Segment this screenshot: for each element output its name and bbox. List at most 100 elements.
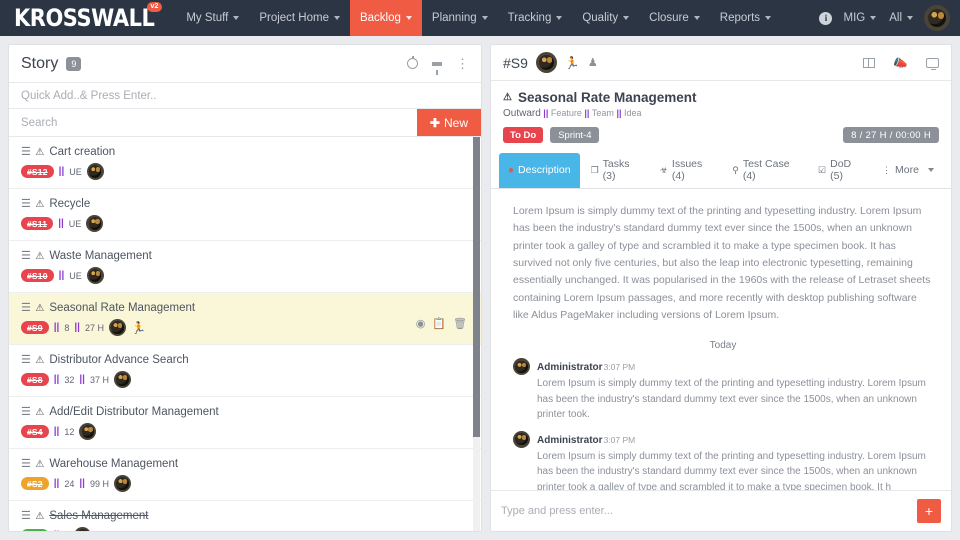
meta-separator: || <box>53 426 60 437</box>
assignee-avatar[interactable] <box>113 475 131 492</box>
story-list-item[interactable]: ☰ ⚠ Distributor Advance Search #S8 || 32 || 37 … <box>9 345 481 397</box>
scope-selector[interactable]: All <box>887 12 915 24</box>
brand-version-badge: v2 <box>146 2 163 12</box>
comment-author: Administrator <box>537 434 603 446</box>
drag-handle-icon[interactable]: ☰ <box>21 250 31 262</box>
org-label: MIG <box>843 12 866 24</box>
warning-icon: ⚠ <box>35 510 45 522</box>
story-list-item[interactable]: ☰ ⚠ Recycle #S11 || UE <box>9 189 481 241</box>
story-header-actions: ⋮ <box>407 56 469 75</box>
nav-item-reports[interactable]: Reports <box>710 0 781 36</box>
search-input[interactable]: Search <box>9 109 417 136</box>
sprint-badge[interactable]: Sprint-4 <box>550 127 600 143</box>
target-icon[interactable]: ◉ <box>416 317 426 330</box>
chevron-down-icon <box>907 16 913 20</box>
tab-tasks-3[interactable]: ❐ Tasks (3) <box>582 153 649 188</box>
story-id-badge: #S8 <box>21 373 49 386</box>
story-id-badge: #S12 <box>21 165 54 178</box>
detail-subtitle: Outward || Feature || Team || Idea <box>503 108 939 119</box>
assignee-avatar[interactable] <box>74 527 92 531</box>
page-title: Seasonal Rate Management <box>517 90 697 105</box>
quick-add-input[interactable]: Quick Add..& Press Enter.. <box>9 83 481 109</box>
drag-handle-icon[interactable]: ☰ <box>21 146 31 158</box>
monitor-icon[interactable] <box>926 57 939 71</box>
drag-handle-icon[interactable]: ☰ <box>21 302 31 314</box>
meta-separator: || <box>53 478 60 489</box>
comment-author: Administrator <box>537 362 603 374</box>
story-list-item[interactable]: ☰ ⚠ Cart creation #S12 || UE <box>9 137 481 189</box>
assignee-avatar[interactable] <box>86 267 104 284</box>
story-meta-value: 24 <box>64 478 75 489</box>
status-badge[interactable]: To Do <box>503 127 544 143</box>
story-list-item[interactable]: ☰ ⚠ Warehouse Management #S2 || 24 || 99 H <box>9 449 481 501</box>
drag-handle-icon[interactable]: ☰ <box>21 406 31 418</box>
story-item-meta: #S8 || 32 || 37 H <box>21 371 469 388</box>
comment-avatar[interactable] <box>513 358 530 376</box>
drag-handle-icon[interactable]: ☰ <box>21 458 31 470</box>
tab-label: Description <box>518 164 571 176</box>
tab-more[interactable]: ⋮ More <box>873 153 943 188</box>
new-story-button[interactable]: ✚ New <box>416 109 481 136</box>
assignee-avatar[interactable] <box>108 319 126 336</box>
main-content: Story 9 ⋮ Quick Add..& Press Enter.. Sea… <box>0 36 960 540</box>
story-item-title-row: ☰ ⚠ Recycle <box>21 198 469 210</box>
story-list-item[interactable]: ☰ ⚠ Sales Management #S3 || 6 <box>9 501 481 531</box>
person-icon[interactable]: ♟ <box>588 56 598 69</box>
flask-icon: ⚲ <box>732 164 739 175</box>
nav-item-closure[interactable]: Closure <box>639 0 710 36</box>
assignee-avatar[interactable] <box>535 52 557 73</box>
comment-list: Administrator3:07 PM Lorem Ipsum is simpl… <box>513 357 933 490</box>
nav-item-tracking[interactable]: Tracking <box>498 0 573 36</box>
nav-item-my-stuff[interactable]: My Stuff <box>176 0 249 36</box>
subtitle-separator: || <box>540 108 551 118</box>
assignee-avatar[interactable] <box>79 423 97 440</box>
warning-icon: ⚠ <box>35 250 45 262</box>
copy-icon[interactable]: 📋 <box>432 317 446 330</box>
story-item-meta: #S9 || 8 || 27 H 🏃 <box>21 319 469 336</box>
comment-input[interactable]: Type and press enter... <box>501 505 909 517</box>
story-list-item[interactable]: ☰ ⚠ Seasonal Rate Management #S9 || 8 || 27 H 🏃 ◉… <box>9 293 481 345</box>
story-detail-panel: #S9 🏃 ♟ 📣 ⚠ Seasonal Rate Management Out… <box>490 44 952 532</box>
tab-issues-4[interactable]: ☣ Issues (4) <box>651 153 721 188</box>
nav-item-label: Closure <box>649 12 689 24</box>
nav-item-planning[interactable]: Planning <box>422 0 498 36</box>
more-vertical-icon[interactable]: ⋮ <box>456 57 469 70</box>
assignee-avatar[interactable] <box>86 215 104 232</box>
trash-icon[interactable]: 🗑 <box>453 317 467 330</box>
story-item-name: Waste Management <box>49 250 152 262</box>
nav-item-label: Project Home <box>259 12 329 24</box>
gear-icon[interactable] <box>407 56 418 69</box>
detail-story-id: #S9 <box>503 54 528 71</box>
megaphone-icon[interactable]: 📣 <box>893 56 908 70</box>
assignee-avatar[interactable] <box>113 371 131 388</box>
story-list-item[interactable]: ☰ ⚠ Waste Management #S10 || UE <box>9 241 481 293</box>
tab-description[interactable]: ● Description <box>499 153 580 188</box>
search-row: Search ✚ New <box>9 109 481 137</box>
nav-item-label: Reports <box>719 12 761 24</box>
user-avatar[interactable] <box>924 5 950 31</box>
filter-icon[interactable] <box>432 61 442 75</box>
assignee-avatar[interactable] <box>86 163 104 180</box>
drag-handle-icon[interactable]: ☰ <box>21 198 31 210</box>
comment-time: 3:07 PM <box>603 362 636 373</box>
top-navbar: KROSSWALL v2 My Stuff Project Home Backlog… <box>0 0 960 36</box>
story-list-scrollbar[interactable] <box>473 137 480 531</box>
nav-item-quality[interactable]: Quality <box>572 0 639 36</box>
drag-handle-icon[interactable]: ☰ <box>21 510 31 522</box>
nav-item-project-home[interactable]: Project Home <box>249 0 350 36</box>
drag-handle-icon[interactable]: ☰ <box>21 354 31 366</box>
story-id-badge: #S9 <box>21 321 49 334</box>
comment-avatar[interactable] <box>513 430 530 448</box>
columns-icon[interactable] <box>863 57 876 68</box>
scrollbar-thumb[interactable] <box>473 137 480 437</box>
nav-item-backlog[interactable]: Backlog <box>349 0 422 36</box>
meta-separator: || <box>53 374 60 385</box>
tab-test-case-4[interactable]: ⚲ Test Case (4) <box>723 153 807 188</box>
tab-dod-5[interactable]: ☑ DoD (5) <box>809 153 871 188</box>
org-selector[interactable]: MIG <box>841 12 878 24</box>
description-text: Lorem Ipsum is simply dummy text of the … <box>513 205 931 321</box>
info-icon[interactable]: i <box>819 11 833 25</box>
story-list-item[interactable]: ☰ ⚠ Add/Edit Distributor Management #S4 || 12 <box>9 397 481 449</box>
brand-logo[interactable]: KROSSWALL v2 <box>0 0 163 36</box>
send-comment-button[interactable]: + <box>917 499 941 523</box>
